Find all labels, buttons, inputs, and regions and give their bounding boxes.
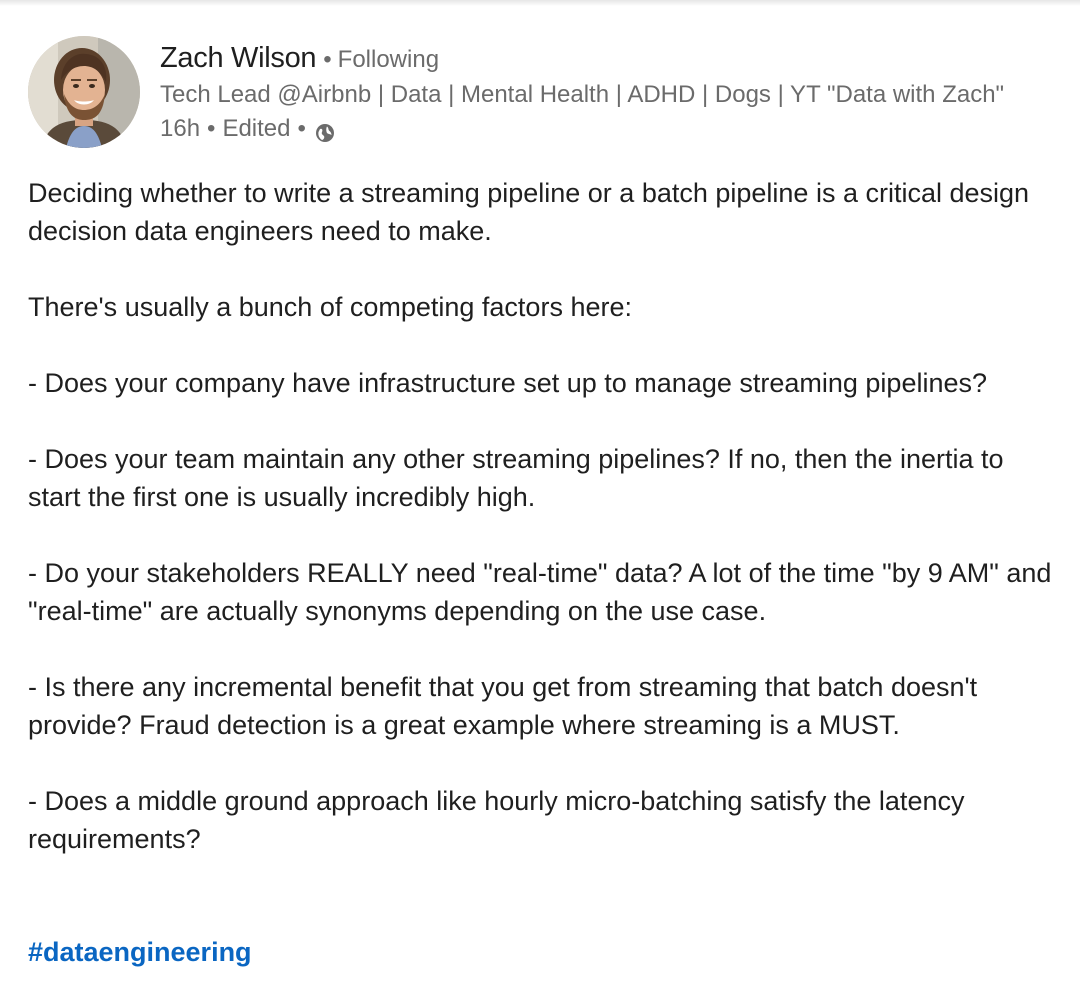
post-paragraph: - Does your company have infrastructure … xyxy=(28,368,988,398)
avatar-image xyxy=(28,36,140,148)
edited-label: Edited xyxy=(222,115,291,142)
post-meta: 16h • Edited • xyxy=(160,112,1060,146)
author-name-line: Zach Wilson • Following xyxy=(160,38,1060,78)
author-avatar[interactable] xyxy=(28,36,140,148)
following-status[interactable]: Following xyxy=(338,46,439,73)
post-paragraph: - Does a middle ground approach like hou… xyxy=(28,786,965,854)
author-name[interactable]: Zach Wilson xyxy=(160,42,317,74)
author-headline: Tech Lead @Airbnb | Data | Mental Health… xyxy=(160,81,1005,108)
top-divider xyxy=(0,0,1080,6)
name-separator: • xyxy=(323,46,332,73)
post-header: Zach Wilson • Following Tech Lead @Airbnb … xyxy=(28,36,1068,150)
meta-separator: • xyxy=(297,115,306,142)
post-paragraph: There's usually a bunch of competing fac… xyxy=(28,292,632,322)
globe-icon xyxy=(315,119,335,142)
post-paragraph: - Do your stakeholders REALLY need "real… xyxy=(28,558,1052,626)
post-time: 16h xyxy=(160,115,201,142)
post-paragraph: Deciding whether to write a streaming pi… xyxy=(28,178,1030,246)
author-info: Zach Wilson • Following Tech Lead @Airbnb … xyxy=(160,38,1060,146)
post-card: Zach Wilson • Following Tech Lead @Airbnb … xyxy=(0,0,1080,992)
post-paragraph: - Does your team maintain any other stre… xyxy=(28,444,1004,512)
post-body: Deciding whether to write a streaming pi… xyxy=(28,174,1058,858)
meta-separator: • xyxy=(207,115,216,142)
post-paragraph: - Is there any incremental benefit that … xyxy=(28,672,978,740)
hashtag-link[interactable]: #dataengineering xyxy=(28,932,252,972)
